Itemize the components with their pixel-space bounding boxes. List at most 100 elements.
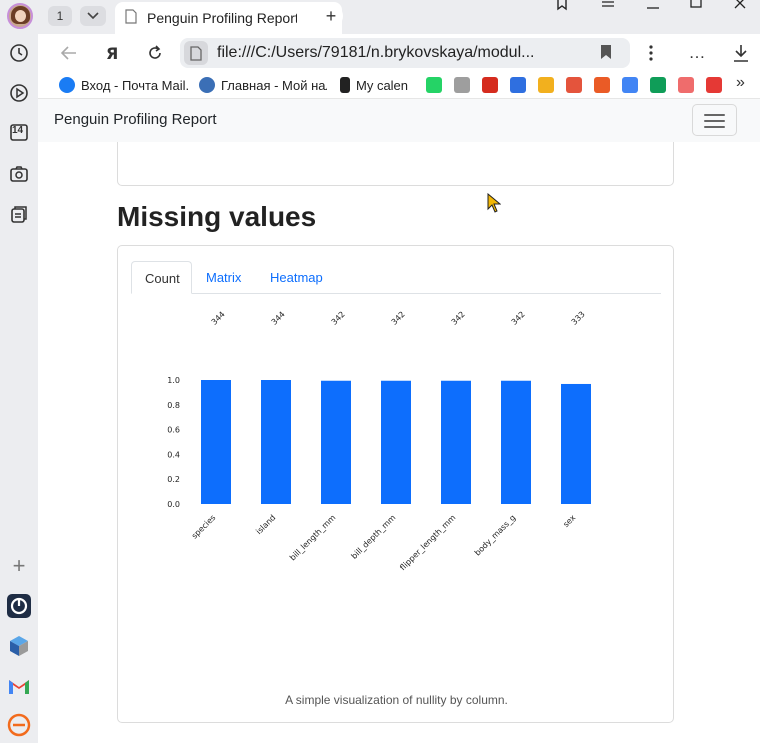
page-info-icon[interactable] bbox=[184, 41, 208, 65]
profile-avatar[interactable] bbox=[7, 3, 33, 29]
previous-axis-label: file bbox=[388, 142, 399, 143]
hamburger-line bbox=[704, 120, 725, 122]
minimize-icon[interactable] bbox=[647, 0, 659, 14]
chart-bar bbox=[261, 380, 291, 504]
bookmarks-overflow[interactable]: » bbox=[736, 74, 745, 92]
navbar-toggle-button[interactable] bbox=[692, 104, 737, 136]
address-bar: Я file:///C:/Users/79181/n.brykovskaya/m… bbox=[38, 34, 760, 72]
bookmark-page-icon[interactable] bbox=[600, 45, 612, 64]
reload-icon[interactable] bbox=[144, 42, 166, 64]
orange-app-icon[interactable] bbox=[7, 713, 31, 737]
yandex-icon[interactable]: Я bbox=[101, 42, 123, 64]
mail-icon bbox=[59, 77, 75, 93]
bookmark-calendar-label: My calen bbox=[356, 77, 409, 93]
x-tick-label: flipper_length_mm bbox=[398, 513, 457, 572]
bookmark-nalog-label: Главная - Мой нал bbox=[221, 77, 327, 93]
hamburger-line bbox=[704, 114, 725, 116]
bookmark-favicon-icon[interactable] bbox=[706, 77, 722, 93]
chart-bar bbox=[441, 380, 471, 504]
close-window-icon[interactable] bbox=[734, 0, 746, 12]
bookmark-favicon-icon[interactable] bbox=[426, 77, 442, 93]
bookmark-calendar[interactable]: My calen bbox=[340, 76, 412, 94]
x-tick-label: bill_depth_mm bbox=[350, 513, 398, 561]
active-tab[interactable]: Penguin Profiling Report ✕ bbox=[115, 2, 342, 34]
bookmark-window-icon[interactable] bbox=[556, 0, 568, 14]
browser-sidebar: 14 + bbox=[0, 0, 38, 743]
bookmark-favicon-icon[interactable] bbox=[538, 77, 554, 93]
calendar-badge: 14 bbox=[12, 125, 24, 136]
y-tick-label: 0.0 bbox=[167, 500, 180, 509]
bar-count-label: 342 bbox=[390, 310, 407, 327]
tab-bar: 1 Penguin Profiling Report ✕ + bbox=[38, 0, 760, 34]
bookmark-mail[interactable]: Вход - Почта Mail. bbox=[59, 76, 189, 94]
play-icon[interactable] bbox=[7, 81, 31, 105]
y-tick-label: 0.8 bbox=[167, 401, 180, 410]
x-tick-label: sex bbox=[561, 513, 577, 529]
report-content: file Missing values Count Matrix Heatmap… bbox=[38, 142, 760, 743]
navbar-brand[interactable]: Penguin Profiling Report bbox=[54, 111, 217, 128]
chart-bar bbox=[321, 380, 351, 504]
bookmark-favicon-icon[interactable] bbox=[678, 77, 694, 93]
y-tick-label: 1.0 bbox=[167, 376, 180, 385]
new-tab-button[interactable]: + bbox=[319, 4, 343, 28]
alice-app-icon[interactable] bbox=[7, 594, 31, 618]
cube-app-icon[interactable] bbox=[7, 634, 31, 658]
bookmark-favicon-icon[interactable] bbox=[566, 77, 582, 93]
add-panel-icon[interactable]: + bbox=[7, 553, 31, 578]
url-field[interactable]: file:///C:/Users/79181/n.brykovskaya/mod… bbox=[180, 38, 630, 68]
bar-count-label: 333 bbox=[570, 310, 587, 327]
hamburger-line bbox=[704, 126, 725, 128]
tab-heatmap[interactable]: Heatmap bbox=[257, 261, 336, 294]
back-icon[interactable] bbox=[58, 42, 80, 64]
bar-count-label: 344 bbox=[210, 310, 227, 327]
section-title: Missing values bbox=[117, 201, 317, 232]
bookmark-favicon-icon[interactable] bbox=[482, 77, 498, 93]
x-tick-label: island bbox=[254, 513, 277, 536]
gmail-icon[interactable] bbox=[7, 674, 31, 698]
more-icon[interactable]: … bbox=[686, 42, 708, 64]
bookmark-favicon-icon[interactable] bbox=[594, 77, 610, 93]
tab-counter[interactable]: 1 bbox=[48, 6, 72, 26]
calendar-icon[interactable]: 14 bbox=[7, 120, 31, 144]
maximize-icon[interactable] bbox=[690, 0, 702, 12]
chevron-down-icon[interactable] bbox=[80, 6, 106, 26]
nullity-bar-chart: 0.0 0.2 0.4 0.6 0.8 1.0 344 species 344 island 342… bbox=[167, 310, 591, 572]
page-file-icon bbox=[125, 8, 137, 28]
chart-bar bbox=[561, 383, 591, 504]
bookmark-nalog[interactable]: Главная - Мой нал bbox=[199, 76, 327, 94]
calendar-app-icon bbox=[340, 77, 350, 93]
bar-count-label: 342 bbox=[330, 310, 347, 327]
previous-section-card: file bbox=[117, 142, 674, 186]
chart-bar bbox=[201, 380, 231, 504]
download-icon[interactable] bbox=[730, 42, 752, 64]
kebab-menu-icon[interactable] bbox=[640, 42, 662, 64]
collections-icon[interactable] bbox=[7, 202, 31, 226]
y-tick-label: 0.4 bbox=[167, 450, 180, 459]
mouse-cursor-icon bbox=[487, 193, 501, 213]
tab-title: Penguin Profiling Report bbox=[147, 10, 297, 26]
bookmark-favicon-icon[interactable] bbox=[650, 77, 666, 93]
menu-icon[interactable] bbox=[602, 0, 614, 14]
history-icon[interactable] bbox=[7, 41, 31, 65]
chart-bar bbox=[501, 380, 531, 504]
bookmark-favicon-icon[interactable] bbox=[622, 77, 638, 93]
missing-values-card: Count Matrix Heatmap 0.0 0.2 0.4 0.6 0.8 1.0 3… bbox=[117, 245, 674, 723]
x-tick-label: species bbox=[190, 513, 217, 540]
bookmark-mail-label: Вход - Почта Mail. bbox=[81, 77, 189, 93]
report-navbar: Penguin Profiling Report bbox=[38, 98, 760, 142]
tab-matrix[interactable]: Matrix bbox=[193, 261, 254, 294]
url-text: file:///C:/Users/79181/n.brykovskaya/mod… bbox=[217, 44, 535, 61]
bookmark-favicon-icon[interactable] bbox=[454, 77, 470, 93]
bookmark-favicon-icon[interactable] bbox=[510, 77, 526, 93]
nalog-icon bbox=[199, 77, 215, 93]
bar-count-label: 344 bbox=[270, 310, 287, 327]
chart-bar bbox=[381, 380, 411, 504]
bar-count-label: 342 bbox=[510, 310, 527, 327]
screenshot-icon[interactable] bbox=[7, 162, 31, 186]
bar-count-label: 342 bbox=[450, 310, 467, 327]
chart-caption: A simple visualization of nullity by col… bbox=[285, 693, 508, 707]
y-tick-label: 0.2 bbox=[167, 475, 180, 484]
x-tick-label: body_mass_g bbox=[473, 513, 517, 557]
y-tick-label: 0.6 bbox=[167, 426, 180, 435]
tab-count[interactable]: Count bbox=[131, 261, 192, 294]
